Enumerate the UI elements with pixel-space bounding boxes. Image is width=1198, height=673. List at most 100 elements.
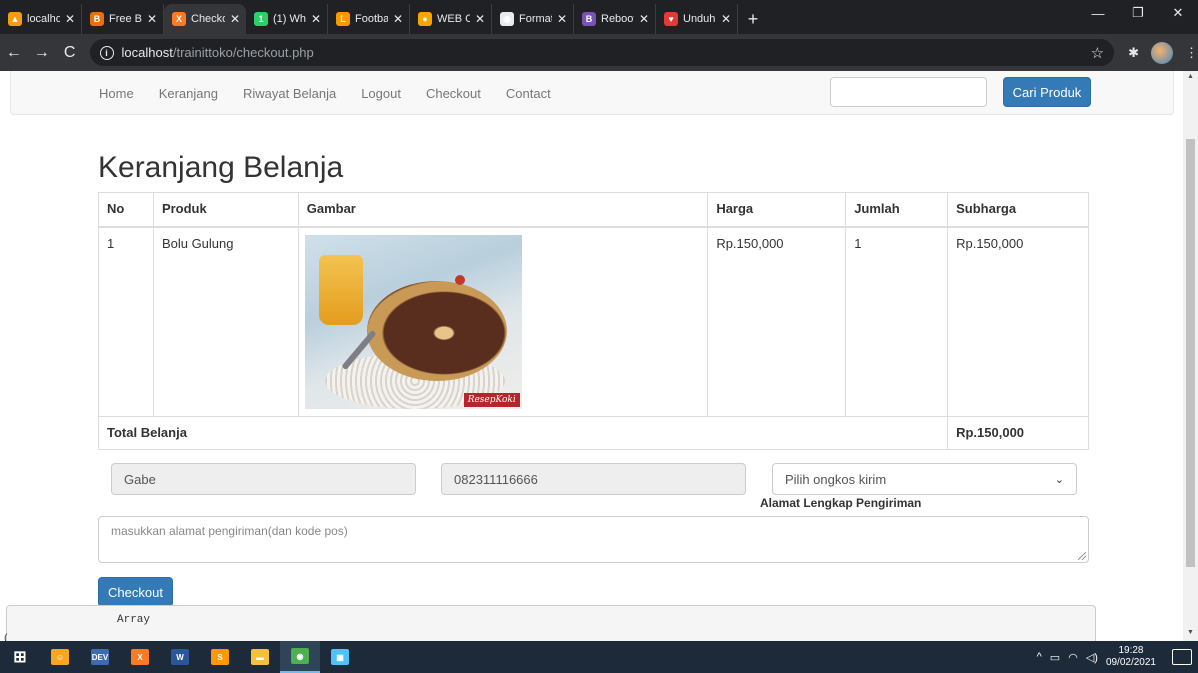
browser-tab[interactable]: L Football Liv ✕ [328,4,410,34]
shipping-cost-select[interactable]: Pilih ongkos kirim ⌄ [772,463,1077,495]
browser-tab[interactable]: B Reboot · Bo ✕ [574,4,656,34]
browser-tab-strip: ▲ localhost / ✕ B Free Bootst ✕ X Checkout ✕ 1 (1)… [0,0,1198,34]
cell-jumlah: 1 [845,226,949,417]
col-header-gambar: Gambar [297,192,709,228]
tray-network-icon[interactable]: ▭ [1050,651,1060,664]
bookmark-star-icon[interactable]: ☆ [1091,44,1104,62]
checkout-button[interactable]: Checkout [98,577,173,607]
browser-tab-title: localhost / [27,13,60,25]
bootstrap-b-icon: B [582,12,596,26]
cell-gambar: ResepKoki [297,226,709,417]
phpmyadmin-icon: ▲ [8,12,22,26]
system-clock[interactable]: 19:28 09/02/2021 [1106,645,1156,669]
whatsapp-icon: 1 [254,12,268,26]
col-header-produk: Produk [152,192,299,228]
back-arrow-icon[interactable]: ← [0,39,28,67]
nav-link-contact[interactable]: Contact [506,86,551,101]
taskbar-app[interactable]: ⊞ [0,641,40,673]
browser-tab-title: WEB C: UAS [437,13,470,25]
tray-wifi-icon[interactable]: ◠ [1068,651,1078,664]
product-search-input[interactable] [830,77,987,107]
browser-tab-title: (1) WhatsA [273,13,306,25]
new-tab-button[interactable]: + [738,4,768,34]
taskbar-app[interactable]: ◉ [280,641,320,673]
close-tab-icon[interactable]: ✕ [639,12,649,26]
minimize-icon[interactable]: — [1078,0,1118,26]
browser-tab[interactable]: ♥ Unduh file ✕ [656,4,738,34]
taskbar-app[interactable]: S [200,641,240,673]
address-bar[interactable]: i localhost/trainittoko/checkout.php ☆ [89,39,1115,66]
bootstrap-icon: B [90,12,104,26]
restore-icon[interactable]: ❐ [1118,0,1158,26]
sublime-icon: S [211,649,229,665]
table-row: 1 Bolu Gulung ResepKoki Rp.150,000 1 Rp.… [98,226,1089,417]
system-tray: ^ ▭ ◠ ◁) 19:28 09/02/2021 [1037,645,1198,669]
close-tab-icon[interactable]: ✕ [721,12,731,26]
xampp-app-icon: X [131,649,149,665]
close-tab-icon[interactable]: ✕ [230,12,240,26]
nav-link-home[interactable]: Home [99,86,134,101]
total-row: Total Belanja Rp.150,000 [97,415,1089,450]
col-header-subharga: Subharga [947,192,1089,228]
taskbar-app[interactable]: X [120,641,160,673]
taskbar-app[interactable]: ▬ [240,641,280,673]
col-header-no: No [98,192,154,228]
customer-name-field[interactable]: Gabe [111,463,416,495]
debug-output: Array [6,605,1096,641]
reload-icon[interactable]: C [56,39,84,67]
taskbar-app[interactable]: ▦ [320,641,360,673]
resize-grip-icon[interactable] [1078,552,1086,560]
close-tab-icon[interactable]: ✕ [65,12,75,26]
close-tab-icon[interactable]: ✕ [557,12,567,26]
nav-link-keranjang[interactable]: Keranjang [159,86,218,101]
browser-toolbar: ← → C i localhost/trainittoko/checkout.p… [0,34,1198,71]
cell-produk: Bolu Gulung [152,226,299,417]
cart-table: No Produk Gambar Harga Jumlah Subharga 1… [97,192,1089,450]
clock-date: 09/02/2021 [1105,657,1156,668]
customer-phone-field[interactable]: 082311116666 [441,463,746,495]
close-tab-icon[interactable]: ✕ [311,12,321,26]
shipping-address-textarea[interactable]: masukkan alamat pengiriman(dan kode pos) [98,516,1089,563]
nav-link-logout[interactable]: Logout [361,86,401,101]
scroll-up-arrow-icon[interactable]: ▲ [1186,73,1195,83]
window-controls: — ❐ ✕ [1078,0,1198,26]
nav-link-checkout[interactable]: Checkout [426,86,481,101]
browser-tab[interactable]: ▲ localhost / ✕ [0,4,82,34]
moodle-icon: ● [418,12,432,26]
scroll-down-arrow-icon[interactable]: ▼ [1186,629,1195,639]
browser-tab[interactable]: ● WEB C: UAS ✕ [410,4,492,34]
forward-arrow-icon[interactable]: → [28,39,56,67]
site-info-icon[interactable]: i [99,45,114,60]
cell-harga: Rp.150,000 [707,226,847,417]
browser-tab[interactable]: B Free Bootst ✕ [82,4,164,34]
col-header-jumlah: Jumlah [845,192,949,228]
col-header-harga: Harga [707,192,847,228]
nav-link-riwayat-belanja[interactable]: Riwayat Belanja [243,86,336,101]
browser-tab-title: Checkout [191,13,225,25]
page-scrollbar[interactable]: ▲ ▼ [1183,71,1198,641]
tray-chevron-up-icon[interactable]: ^ [1037,651,1042,663]
resepkoki-logo: ResepKoki [463,392,520,407]
close-window-icon[interactable]: ✕ [1158,0,1198,26]
page-title: Keranjang Belanja [98,151,344,184]
chevron-down-icon: ⌄ [1054,473,1064,486]
search-product-button[interactable]: Cari Produk [1003,77,1091,107]
action-center-icon[interactable] [1172,649,1192,665]
close-tab-icon[interactable]: ✕ [475,12,485,26]
file-explorer-icon: ▬ [251,649,269,665]
browser-tab[interactable]: X Checkout ✕ [164,4,246,34]
scrollbar-thumb[interactable] [1186,139,1195,567]
extensions-puzzle-icon[interactable]: ✱ [1128,45,1139,61]
image-cake-slice [366,280,507,381]
browser-menu-icon[interactable]: ⋮ [1185,45,1198,61]
close-tab-icon[interactable]: ✕ [393,12,403,26]
browser-tab-title: Format Lap [519,13,552,25]
close-tab-icon[interactable]: ✕ [147,12,157,26]
taskbar-app[interactable]: DEV [80,641,120,673]
taskbar-app[interactable]: W [160,641,200,673]
browser-tab[interactable]: ◉ Format Lap ✕ [492,4,574,34]
tray-volume-icon[interactable]: ◁) [1086,651,1098,664]
browser-tab[interactable]: 1 (1) WhatsA ✕ [246,4,328,34]
taskbar-app[interactable]: ☺ [40,641,80,673]
profile-avatar[interactable] [1150,41,1173,64]
